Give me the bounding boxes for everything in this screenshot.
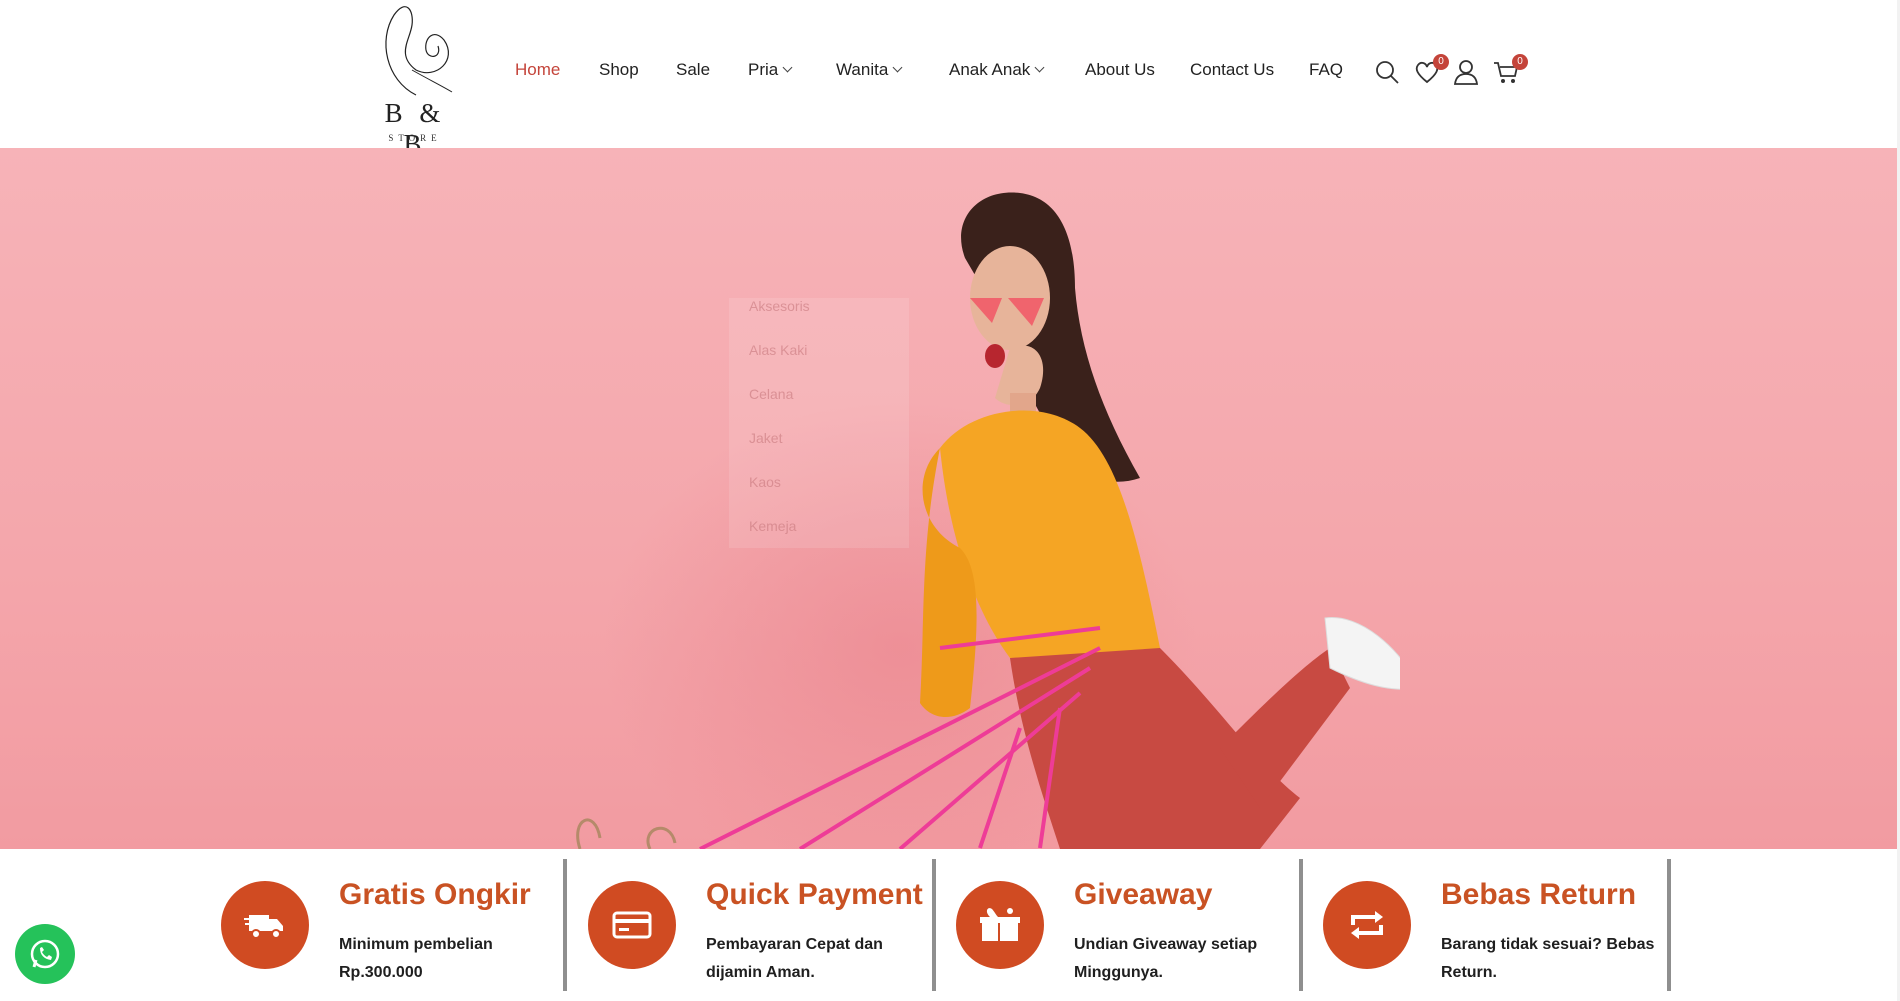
feature-icon-circle — [221, 881, 309, 969]
nav-wanita-label: Wanita — [836, 60, 889, 79]
whatsapp-icon — [30, 939, 60, 969]
whatsapp-chat-button[interactable] — [15, 924, 75, 984]
truck-icon — [244, 915, 283, 939]
feature-title: Bebas Return — [1441, 878, 1637, 911]
dropdown-item[interactable]: Alas Kaki — [749, 342, 807, 358]
feature-description: Undian Giveaway setiap Minggunya. — [1074, 936, 1258, 981]
feature-icon-circle — [1323, 881, 1411, 969]
search-button[interactable] — [1373, 58, 1401, 86]
feature-description: Pembayaran Cepat dan dijamin Aman. — [706, 936, 883, 981]
chevron-down-icon — [782, 62, 793, 73]
site-header: B & B STORE Home Shop Sale Pria Wanita A… — [0, 0, 1900, 159]
feature-icon-circle — [588, 881, 676, 969]
return-icon — [1351, 911, 1383, 939]
pria-dropdown-menu: Aksesoris Alas Kaki Celana Jaket Kaos Ke… — [729, 298, 909, 548]
feature-icon-circle — [956, 881, 1044, 969]
nav-wanita[interactable]: Wanita — [836, 60, 903, 80]
nav-contact[interactable]: Contact Us — [1190, 60, 1274, 80]
dropdown-item[interactable]: Aksesoris — [749, 298, 810, 314]
dropdown-item[interactable]: Celana — [749, 386, 793, 402]
nav-faq[interactable]: FAQ — [1309, 60, 1343, 80]
logo-subtext: STORE — [388, 133, 442, 143]
butterfly-logo-icon — [385, 6, 453, 96]
nav-pria[interactable]: Pria — [748, 60, 793, 80]
nav-pria-label: Pria — [748, 60, 779, 79]
nav-sale[interactable]: Sale — [676, 60, 710, 80]
cart-button[interactable]: 0 — [1492, 54, 1528, 86]
dropdown-item[interactable]: Kemeja — [749, 518, 796, 534]
search-icon — [1376, 61, 1399, 84]
divider — [563, 859, 567, 991]
chevron-down-icon — [892, 62, 903, 73]
feature-description: Barang tidak sesuai? Bebas Return. — [1441, 936, 1655, 981]
nav-about[interactable]: About Us — [1085, 60, 1155, 80]
divider — [932, 859, 936, 991]
wishlist-button[interactable]: 0 — [1413, 54, 1449, 86]
hero-banner: Aksesoris Alas Kaki Celana Jaket Kaos Ke… — [0, 148, 1900, 849]
dropdown-item[interactable]: Kaos — [749, 474, 781, 490]
divider — [1299, 859, 1303, 991]
user-icon — [1453, 60, 1479, 85]
nav-anak-anak[interactable]: Anak Anak — [949, 60, 1045, 80]
feature-title: Quick Payment — [706, 878, 923, 911]
nav-anak-label: Anak Anak — [949, 60, 1031, 79]
cart-count-badge: 0 — [1512, 54, 1528, 70]
account-button[interactable] — [1452, 58, 1480, 86]
nav-home[interactable]: Home — [515, 60, 560, 80]
feature-description: Minimum pembelian Rp.300.000 — [339, 936, 493, 981]
wishlist-count-badge: 0 — [1433, 54, 1449, 70]
credit-card-icon — [612, 911, 652, 939]
store-logo[interactable]: B & B STORE — [368, 0, 462, 159]
nav-shop[interactable]: Shop — [599, 60, 639, 80]
chevron-down-icon — [1034, 62, 1045, 73]
features-bar: Gratis Ongkir Minimum pembelian Rp.300.0… — [0, 849, 1900, 1001]
feature-title: Giveaway — [1074, 878, 1213, 911]
hero-model-image — [576, 192, 1400, 849]
gift-icon — [980, 908, 1020, 941]
divider — [1667, 859, 1671, 991]
dropdown-item[interactable]: Jaket — [749, 430, 782, 446]
feature-title: Gratis Ongkir — [339, 878, 531, 911]
